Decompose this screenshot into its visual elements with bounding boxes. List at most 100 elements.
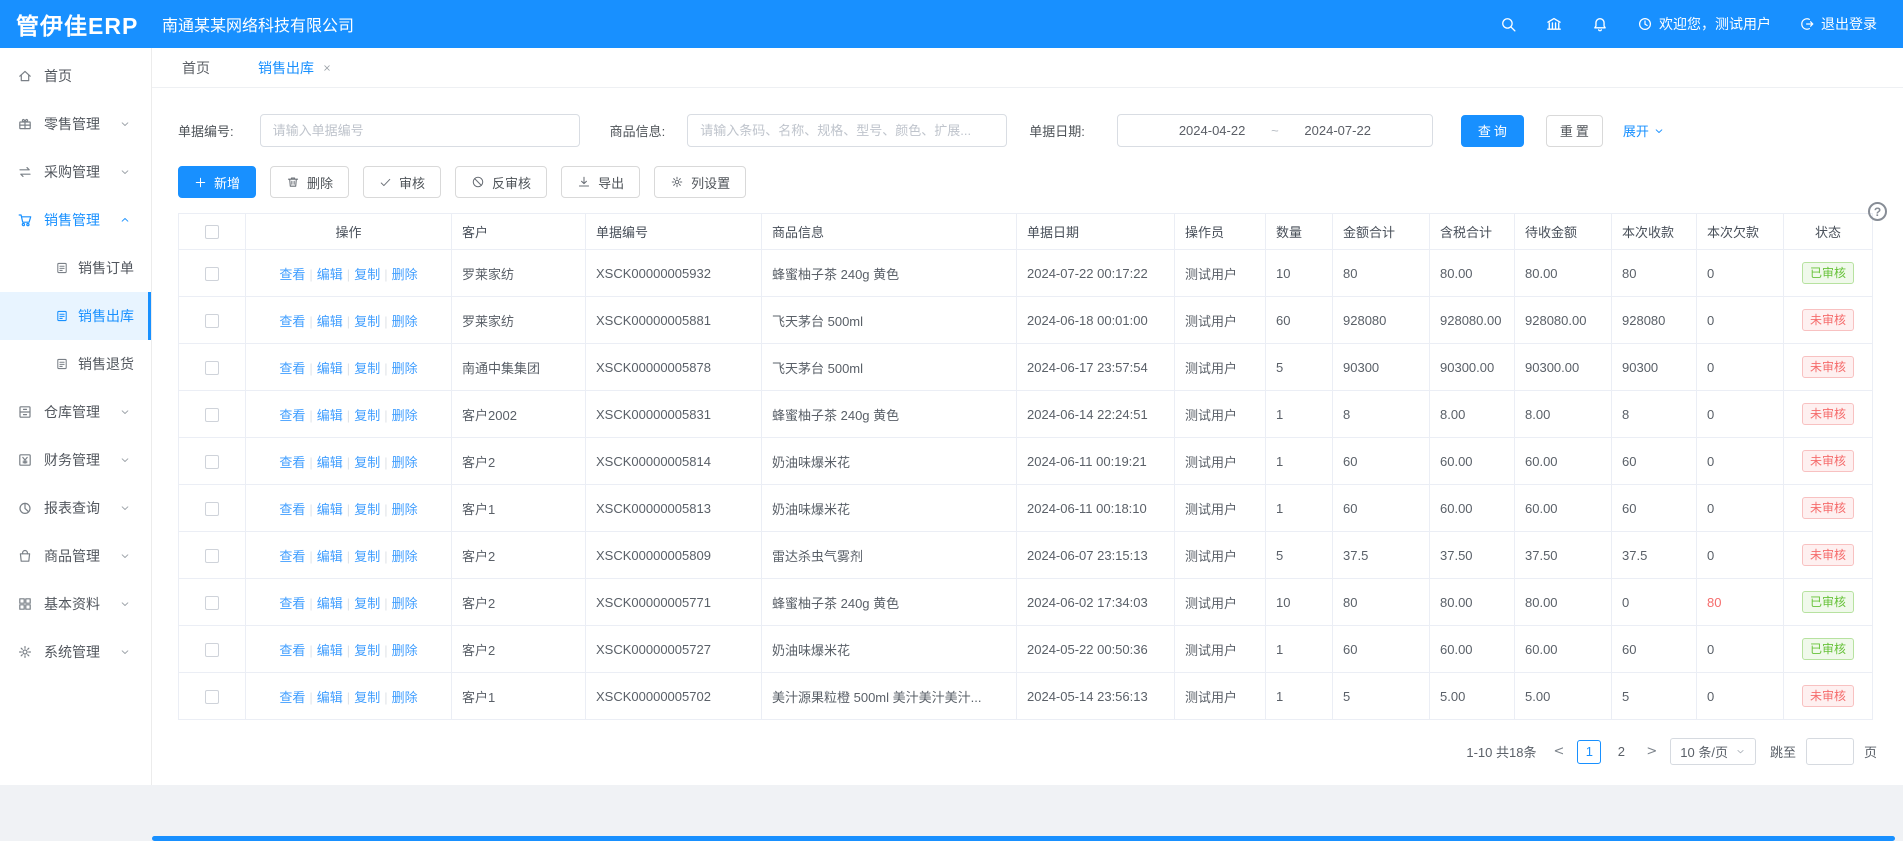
edit-link[interactable]: 编辑 [317,455,343,470]
delete-link[interactable]: 删除 [392,596,418,611]
jump-page-input[interactable] [1806,738,1854,765]
sidebar-item-system[interactable]: 系统管理 [0,628,151,676]
view-link[interactable]: 查看 [279,502,305,517]
row-checkbox[interactable] [205,690,219,704]
sidebar-item-finance[interactable]: 财务管理 [0,436,151,484]
delete-link[interactable]: 删除 [392,455,418,470]
sidebar-item-sales[interactable]: 销售管理 [0,196,151,244]
delete-link[interactable]: 删除 [392,408,418,423]
edit-link[interactable]: 编辑 [317,502,343,517]
cell-receivable: 80.00 [1515,250,1612,297]
cell-date: 2024-06-11 00:18:10 [1017,485,1175,532]
row-checkbox[interactable] [205,267,219,281]
page-size-select[interactable]: 10 条/页 [1670,738,1756,765]
edit-link[interactable]: 编辑 [317,314,343,329]
delete-button[interactable]: 删除 [270,166,349,198]
view-link[interactable]: 查看 [279,596,305,611]
row-checkbox[interactable] [205,361,219,375]
view-link[interactable]: 查看 [279,549,305,564]
edit-link[interactable]: 编辑 [317,267,343,282]
sidebar-item-sales-outbound[interactable]: 销售出库 [0,292,151,340]
page-number-1[interactable]: 1 [1577,740,1601,764]
row-checkbox[interactable] [205,502,219,516]
row-checkbox[interactable] [205,455,219,469]
table-header: 操作客户单据编号商品信息单据日期操作员数量金额合计含税合计待收金额本次收款本次欠… [179,214,1873,250]
tab-home[interactable]: 首页 [182,58,210,78]
edit-link[interactable]: 编辑 [317,408,343,423]
bank-icon[interactable] [1545,15,1563,33]
view-link[interactable]: 查看 [279,643,305,658]
cell-operator: 测试用户 [1175,250,1266,297]
product-info-input[interactable] [687,114,1007,147]
copy-link[interactable]: 复制 [354,361,380,376]
row-checkbox[interactable] [205,314,219,328]
edit-link[interactable]: 编辑 [317,643,343,658]
cell-received: 60 [1612,485,1697,532]
sidebar-item-warehouse[interactable]: 仓库管理 [0,388,151,436]
copy-link[interactable]: 复制 [354,643,380,658]
delete-link[interactable]: 删除 [392,690,418,705]
date-to-input[interactable] [1279,123,1397,138]
copy-link[interactable]: 复制 [354,549,380,564]
sidebar-item-report[interactable]: 报表查询 [0,484,151,532]
copy-link[interactable]: 复制 [354,455,380,470]
sidebar-item-home[interactable]: 首页 [0,52,151,100]
reset-button[interactable]: 重置 [1546,115,1603,147]
copy-link[interactable]: 复制 [354,596,380,611]
delete-link[interactable]: 删除 [392,361,418,376]
help-icon[interactable]: ? [1868,202,1887,221]
bell-icon[interactable] [1591,15,1609,33]
unaudit-button[interactable]: 反审核 [455,166,547,198]
copy-link[interactable]: 复制 [354,690,380,705]
horizontal-scrollbar[interactable] [152,836,1895,841]
search-icon[interactable] [1500,16,1517,33]
sidebar-item-sales-return[interactable]: 销售退货 [0,340,151,388]
view-link[interactable]: 查看 [279,267,305,282]
delete-link[interactable]: 删除 [392,549,418,564]
delete-link[interactable]: 删除 [392,314,418,329]
row-checkbox[interactable] [205,549,219,563]
next-page-arrow[interactable]: > [1643,744,1660,759]
copy-link[interactable]: 复制 [354,502,380,517]
delete-link[interactable]: 删除 [392,502,418,517]
view-link[interactable]: 查看 [279,314,305,329]
sidebar-item-retail[interactable]: 零售管理 [0,100,151,148]
sidebar-item-basic[interactable]: 基本资料 [0,580,151,628]
view-link[interactable]: 查看 [279,408,305,423]
audit-button[interactable]: 审核 [363,166,441,198]
select-all-checkbox[interactable] [205,225,219,239]
copy-link[interactable]: 复制 [354,408,380,423]
sidebar-item-purchase[interactable]: 采购管理 [0,148,151,196]
prev-page-arrow[interactable]: < [1550,744,1567,759]
view-link[interactable]: 查看 [279,690,305,705]
sidebar-item-sales-order[interactable]: 销售订单 [0,244,151,292]
row-checkbox[interactable] [205,643,219,657]
logout-button[interactable]: 退出登录 [1799,14,1877,34]
row-checkbox[interactable] [205,408,219,422]
export-button[interactable]: 导出 [561,166,640,198]
row-checkbox[interactable] [205,596,219,610]
system-icon [17,644,33,660]
delete-link[interactable]: 删除 [392,643,418,658]
column-settings-button[interactable]: 列设置 [654,166,746,198]
date-range-picker[interactable]: ~ [1117,114,1433,147]
copy-link[interactable]: 复制 [354,267,380,282]
edit-link[interactable]: 编辑 [317,596,343,611]
page-number-2[interactable]: 2 [1609,740,1633,764]
doc-no-input[interactable] [260,114,580,147]
sidebar-item-product[interactable]: 商品管理 [0,532,151,580]
view-link[interactable]: 查看 [279,361,305,376]
copy-link[interactable]: 复制 [354,314,380,329]
edit-link[interactable]: 编辑 [317,690,343,705]
delete-link[interactable]: 删除 [392,267,418,282]
add-button[interactable]: 新增 [178,166,256,198]
view-link[interactable]: 查看 [279,455,305,470]
search-button[interactable]: 查询 [1461,115,1524,147]
expand-toggle[interactable]: 展开 [1623,121,1665,140]
welcome-user[interactable]: 欢迎您，测试用户 [1637,14,1771,34]
close-icon[interactable] [322,63,332,73]
edit-link[interactable]: 编辑 [317,361,343,376]
edit-link[interactable]: 编辑 [317,549,343,564]
tab-sales-outbound[interactable]: 销售出库 [258,58,332,78]
date-from-input[interactable] [1153,123,1271,138]
